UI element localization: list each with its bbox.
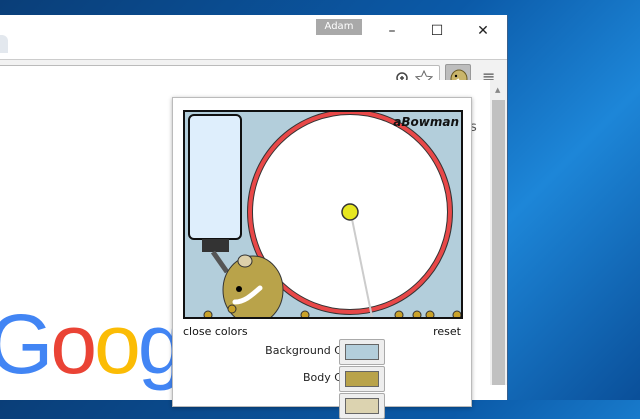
color-picker[interactable] <box>339 393 385 419</box>
reset-link[interactable]: reset <box>433 325 461 338</box>
water-bottle <box>188 114 242 240</box>
scroll-up-icon[interactable]: ▲ <box>495 86 500 94</box>
scroll-thumb[interactable] <box>492 100 505 385</box>
background-color-picker[interactable] <box>339 339 385 365</box>
color-row-background: Background Color <box>173 339 473 365</box>
body-color-picker[interactable] <box>339 366 385 392</box>
credit-text: aBowman <box>393 115 459 129</box>
tab[interactable] <box>0 35 8 53</box>
wheel-hub <box>341 203 359 221</box>
google-logo: Goog <box>0 297 184 391</box>
title-bar: Adam – ☐ ✕ <box>0 15 507 59</box>
profile-badge[interactable]: Adam <box>316 19 362 35</box>
scrollbar[interactable]: ▲ <box>490 80 507 385</box>
color-row-body: Body Color <box>173 366 473 392</box>
bottle-spout <box>210 250 230 274</box>
maximize-button[interactable]: ☐ <box>422 21 452 41</box>
minimize-button[interactable]: – <box>377 21 407 41</box>
hamster-scene: aBowman <box>188 112 461 317</box>
hamster-game-canvas[interactable]: aBowman <box>183 110 463 319</box>
color-row-3 <box>173 393 473 419</box>
extension-popup: aBowman close colors reset Background Co… <box>172 97 473 419</box>
bottle-cap <box>202 239 229 252</box>
close-colors-link[interactable]: close colors <box>183 325 248 338</box>
close-button[interactable]: ✕ <box>468 21 498 41</box>
